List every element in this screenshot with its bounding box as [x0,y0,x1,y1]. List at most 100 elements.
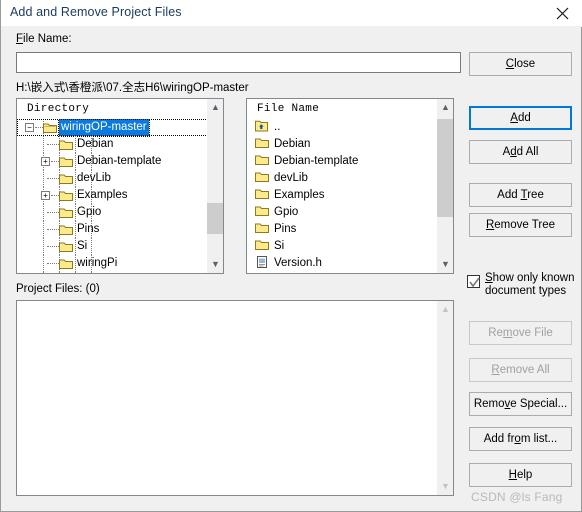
folder-icon [59,139,73,150]
file-list-item[interactable]: Si [247,238,438,255]
directory-tree-item[interactable]: devLib [17,170,208,187]
tree-expander-icon[interactable]: + [41,191,50,200]
directory-tree-item[interactable]: + Examples [17,187,208,204]
folder-icon [59,258,73,269]
directory-tree-panel[interactable]: Directory − wiringOP-master Debian + Debian-… [16,98,224,274]
remove-special-button[interactable]: Remove Special... [469,392,572,416]
directory-tree-item[interactable]: + Debian-template [17,153,208,170]
directory-tree-scrollbar[interactable]: ▲ ▼ [206,99,223,273]
project-files-list[interactable] [17,301,438,495]
directory-tree-item-label: Debian [77,138,114,150]
directory-tree-item[interactable]: − wiringOP-master [17,119,208,137]
file-list-item-label: Si [274,240,285,252]
checkbox-box[interactable] [467,275,480,288]
folder-icon [255,171,269,183]
scroll-down-icon: ▼ [441,481,450,491]
help-button[interactable]: Help [469,463,572,487]
filename-input[interactable] [16,52,461,73]
directory-tree-item-label: Examples [77,189,128,201]
file-list-panel[interactable]: File Name .. Debian Debian-template devLib E… [246,98,454,274]
directory-tree-item-label: Debian-template [77,155,162,167]
directory-tree-item-label: devLib [77,172,111,184]
directory-tree-item-label: Si [77,240,88,252]
file-list-item[interactable]: Pins [247,221,438,238]
directory-tree-item[interactable]: Pins [17,221,208,238]
project-files-panel[interactable]: ▲ ▼ [16,300,454,496]
directory-tree-list[interactable]: − wiringOP-master Debian + Debian-template de… [17,119,208,273]
add-remove-project-files-dialog: Add and Remove Project Files File Name: … [0,0,582,512]
filename-label: File Name: [16,33,72,45]
folder-icon [255,188,269,200]
file-list-item[interactable]: devLib [247,170,438,187]
remove-file-button: Remove File [469,321,572,345]
file-list-scrollbar[interactable]: ▲ ▼ [436,99,453,273]
add-all-button[interactable]: Add All [469,140,572,164]
file-list-item-label: Version.h [274,257,322,269]
add-button[interactable]: Add [469,106,572,130]
scroll-down-icon[interactable]: ▼ [437,256,453,273]
file-list-item[interactable]: wiringPi [247,272,438,274]
file-list-item[interactable]: Version.h [247,255,438,272]
folder-icon [59,241,73,252]
scroll-up-icon[interactable]: ▲ [207,99,223,116]
file-list-item[interactable]: Debian-template [247,153,438,170]
directory-tree-item[interactable]: Gpio [17,204,208,221]
directory-tree-item-label: Gpio [77,206,102,218]
file-list-item-label: devLib [274,172,308,184]
folder-icon [255,137,269,149]
folder-icon [255,154,269,166]
add-from-list-button[interactable]: Add from list... [469,427,572,451]
directory-tree-item-label: wiringPiD [75,272,128,273]
scrollbar-thumb[interactable] [437,118,453,217]
check-icon [469,277,480,288]
file-list[interactable]: .. Debian Debian-template devLib Examples Gpi… [247,119,438,274]
folder-icon [255,205,269,217]
directory-tree-item[interactable]: Debian [17,136,208,153]
watermark: CSDN @ls Fang [471,490,563,504]
folder-open-icon [43,122,57,133]
scroll-down-icon[interactable]: ▼ [207,256,223,273]
document-icon [255,256,269,268]
project-files-label: Project Files: (0) [16,283,100,295]
file-list-item-label: .. [274,121,281,133]
folder-up-icon [255,120,269,132]
folder-icon [59,173,73,184]
add-tree-button[interactable]: Add Tree [469,183,572,207]
file-list-item-label: Pins [274,223,297,235]
file-list-item-label: Debian [274,138,311,150]
folder-icon [255,273,269,274]
directory-tree-item[interactable]: Si [17,238,208,255]
folder-icon [59,207,73,218]
directory-tree-item[interactable]: wiringPi [17,255,208,272]
scrollbar-thumb[interactable] [207,202,223,234]
tree-expander-icon[interactable]: + [41,157,50,166]
close-icon[interactable] [541,0,582,26]
close-button[interactable]: Close [469,52,572,76]
file-list-item[interactable]: Gpio [247,204,438,221]
remove-tree-button[interactable]: Remove Tree [469,213,572,237]
remove-all-button: Remove All [469,358,572,382]
folder-icon [59,156,73,167]
file-list-item-label: Examples [274,189,325,201]
directory-header: Directory [17,99,223,119]
current-path-label: H:\嵌入式\香橙派\07.全志H6\wiringOP-master [16,82,249,94]
folder-icon [255,239,269,251]
folder-icon [255,222,269,234]
scroll-up-icon[interactable]: ▲ [437,99,453,116]
file-list-item[interactable]: Debian [247,136,438,153]
checkbox-label: Show only known document types [485,272,575,297]
file-list-item-label: Gpio [274,206,299,218]
directory-tree-item-label: Pins [77,223,100,235]
file-list-item[interactable]: Examples [247,187,438,204]
folder-icon [59,224,73,235]
title-bar: Add and Remove Project Files [1,0,582,27]
directory-tree-item[interactable]: wiringPiD [17,272,208,273]
file-list-item[interactable]: .. [247,119,438,136]
project-files-scrollbar[interactable]: ▲ ▼ [436,301,453,495]
scroll-up-icon: ▲ [441,304,450,314]
window-title: Add and Remove Project Files [10,5,182,19]
tree-expander-icon[interactable]: − [25,123,34,132]
directory-tree-item-label: wiringPi [77,257,118,269]
folder-icon [59,190,73,201]
directory-tree-item-label: wiringOP-master [58,119,150,137]
